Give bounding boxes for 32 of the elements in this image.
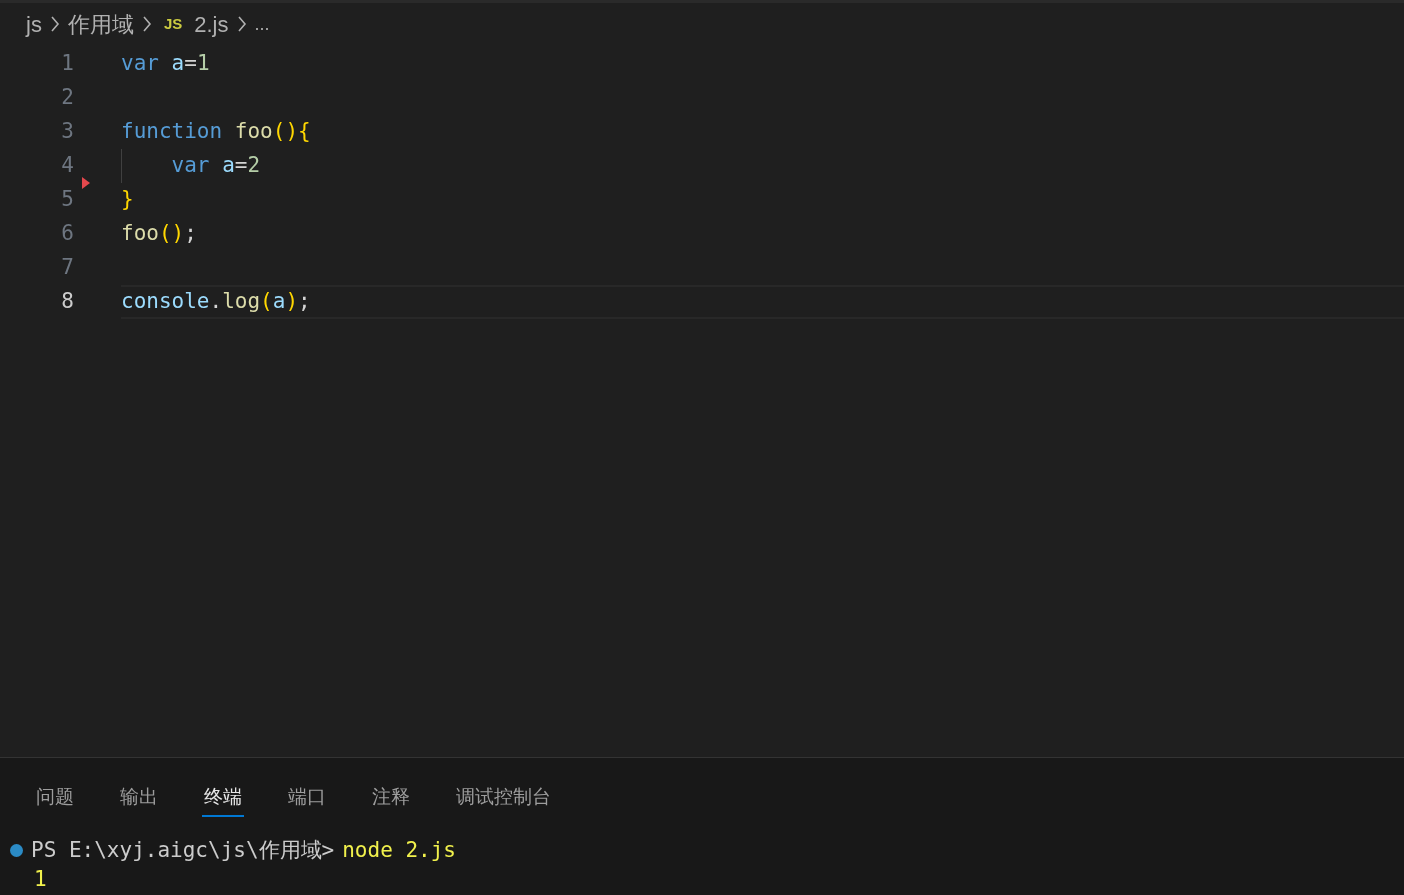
- line-number: 3: [60, 118, 74, 146]
- breadcrumb-more[interactable]: ...: [254, 10, 270, 38]
- line-number: 5: [60, 186, 74, 214]
- breadcrumb-item[interactable]: js: [26, 7, 42, 41]
- code-line: foo();: [121, 220, 197, 248]
- code-line: var a=1: [121, 50, 210, 78]
- terminal-output: 1: [33, 866, 48, 893]
- panel-tab[interactable]: 调试控制台: [454, 779, 553, 817]
- terminal-command: node 2.js: [342, 837, 456, 864]
- terminal-prompt: PS E:\xyj.aigc\js\作用域>: [31, 837, 335, 864]
- panel-tab[interactable]: 终端: [202, 779, 244, 817]
- code-line: function foo(){: [121, 118, 311, 146]
- code-line: console.log(a);: [121, 288, 311, 316]
- line-number: 7: [60, 254, 74, 282]
- panel-tab[interactable]: 问题: [34, 779, 76, 817]
- panel-tab[interactable]: 端口: [286, 779, 328, 817]
- gutter-marker-icon: [82, 177, 90, 189]
- breadcrumb-item[interactable]: 2.js: [194, 7, 229, 41]
- line-number: 8: [60, 288, 74, 316]
- line-number: 2: [60, 84, 74, 112]
- panel-tab[interactable]: 输出: [118, 779, 160, 817]
- panel-tab[interactable]: 注释: [370, 779, 412, 817]
- code-line: var a=2: [170, 152, 261, 180]
- line-number: 6: [60, 220, 74, 248]
- chevron-right-icon: [141, 15, 152, 33]
- chevron-right-icon: [236, 15, 247, 33]
- line-number: 1: [60, 50, 74, 78]
- chevron-right-icon: [49, 15, 60, 33]
- breadcrumb-item[interactable]: 作用域: [67, 7, 134, 41]
- code-line: }: [121, 186, 134, 214]
- line-number: 4: [60, 152, 74, 180]
- js-file-icon: JS: [163, 12, 183, 36]
